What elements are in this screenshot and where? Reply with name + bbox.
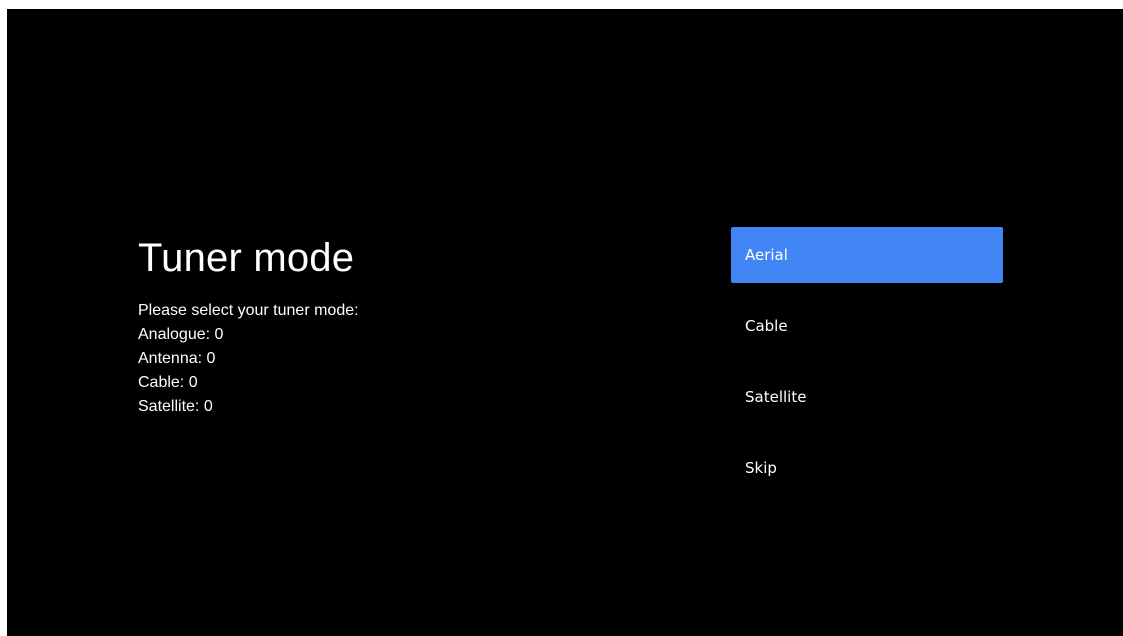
tuner-description: Please select your tuner mode: Analogue:…	[138, 299, 658, 419]
info-panel: Tuner mode Please select your tuner mode…	[138, 228, 658, 419]
option-cable[interactable]: Cable	[731, 298, 1003, 354]
tv-screen: Tuner mode Please select your tuner mode…	[7, 9, 1123, 636]
instruction-text: Please select your tuner mode:	[138, 302, 359, 319]
option-aerial[interactable]: Aerial	[731, 227, 1003, 283]
antenna-count: Antenna: 0	[138, 350, 216, 367]
option-skip[interactable]: Skip	[731, 440, 1003, 496]
satellite-count: Satellite: 0	[138, 398, 213, 415]
option-cable-label: Cable	[745, 317, 788, 335]
page-title: Tuner mode	[138, 236, 355, 280]
tuner-options-menu: Aerial Cable Satellite Skip	[731, 227, 1003, 511]
option-satellite-label: Satellite	[745, 388, 807, 406]
option-skip-label: Skip	[745, 459, 777, 477]
analogue-count: Analogue: 0	[138, 326, 224, 343]
cable-count: Cable: 0	[138, 374, 198, 391]
option-aerial-label: Aerial	[745, 246, 788, 264]
option-satellite[interactable]: Satellite	[731, 369, 1003, 425]
